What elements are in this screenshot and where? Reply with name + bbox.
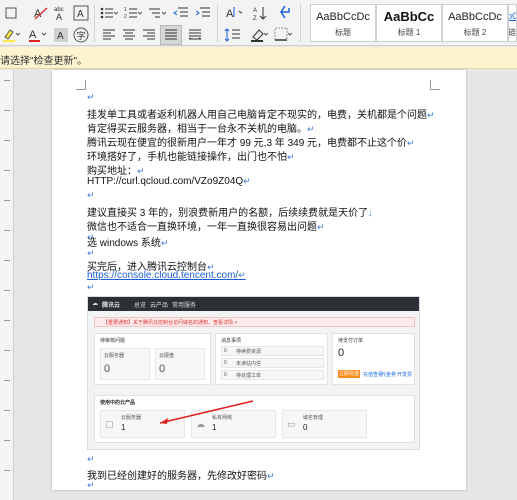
- paragraph[interactable]: 选 windows 系统↵: [87, 234, 168, 249]
- svg-text:字: 字: [77, 30, 86, 42]
- paragraph-mark: ↵: [87, 454, 95, 464]
- style-title-name: 标题: [335, 28, 351, 37]
- paragraph[interactable]: 购买地址：↵: [87, 162, 145, 177]
- bullets-icon[interactable]: [100, 4, 118, 22]
- svg-text:A: A: [56, 12, 62, 21]
- decrease-indent-icon[interactable]: [172, 4, 190, 22]
- char-shading-icon[interactable]: A: [52, 26, 70, 44]
- update-notification-text: 请选择"检查更新"。: [0, 56, 88, 67]
- paragraph-mark: ↵: [87, 92, 95, 102]
- svg-text:A: A: [77, 9, 84, 20]
- style-heading1-sample: AaBbCc: [383, 9, 435, 24]
- font-color-icon[interactable]: A: [28, 26, 46, 44]
- paragraph[interactable]: 我到已经创建好的服务器，先修改好密码↵: [87, 467, 275, 482]
- clear-format-icon[interactable]: A: [32, 4, 50, 22]
- style-heading2-card[interactable]: AaBbCcDc 标题 2: [442, 4, 508, 42]
- paragraph[interactable]: 建议直接买 3 年的，别浪费新用户的名额，后续续费就是天价了↓: [87, 204, 373, 219]
- style-hyperlink-card[interactable]: AaBbCcDc 超链接: [508, 4, 517, 42]
- style-title-card[interactable]: AaBbCcDc 标题: [310, 4, 376, 42]
- paragraph[interactable]: ↵: [87, 190, 95, 201]
- align-center-icon[interactable]: [120, 26, 138, 44]
- embedded-console-screenshot: ☁ 腾讯云 总览 云产品 常用服务 【重要通知】关于腾讯云控制台访问域名的通知，…: [87, 296, 420, 450]
- align-right-icon[interactable]: [140, 26, 158, 44]
- svg-text:Z: Z: [253, 16, 257, 21]
- paragraph[interactable]: 肯定得买云服务器，相当于一台永不关机的电脑。↵: [87, 120, 315, 135]
- paragraph[interactable]: 腾讯云现在便宜的很新用户一年才 99 元,3 年 349 元，电费都不止这个价↵: [87, 134, 415, 149]
- align-left-icon[interactable]: [100, 26, 118, 44]
- increase-indent-icon[interactable]: [194, 4, 212, 22]
- svg-text:A: A: [253, 8, 257, 14]
- font-color-swatch-icon[interactable]: [2, 4, 20, 22]
- style-hyperlink-name: 超链接: [508, 28, 516, 37]
- shading-icon[interactable]: [250, 26, 268, 44]
- margin-corner-mark: [76, 80, 86, 90]
- svg-text:1: 1: [124, 7, 127, 13]
- update-notification-bar: 请选择"检查更新"。: [0, 47, 517, 69]
- line-spacing-icon[interactable]: [224, 26, 242, 44]
- ribbon-toolbar: A abc A A 12 A AZ A A 字 AaBbCcDc 标题 AaBb…: [0, 0, 517, 46]
- sort-icon[interactable]: AZ: [252, 4, 270, 22]
- style-heading1-name: 标题 1: [397, 28, 421, 37]
- console-link[interactable]: https://console.cloud.tencent.com/↵: [87, 270, 246, 281]
- style-heading2-sample: AaBbCcDc: [448, 11, 502, 23]
- paragraph[interactable]: 微信也不适合一直换环境，一年一直换很容易出问题↵: [87, 218, 325, 233]
- enclose-char-icon[interactable]: 字: [72, 26, 90, 44]
- distributed-icon[interactable]: [186, 26, 204, 44]
- vertical-ruler: [0, 70, 14, 500]
- char-border-icon[interactable]: A: [72, 4, 90, 22]
- paragraph[interactable]: ↵: [87, 282, 95, 293]
- document-page[interactable]: ↵ 挂发单工具或者返利机器人用自己电脑肯定不现实的，电费，关机都是个问题↵ 肯定…: [52, 70, 466, 490]
- justify-icon[interactable]: [160, 25, 182, 45]
- paragraph-mark-icon[interactable]: [276, 4, 294, 22]
- paragraph[interactable]: 环境搭好了，手机也能链接操作，出门也不怕↵: [87, 148, 295, 163]
- margin-corner-mark: [430, 80, 440, 90]
- svg-text:A: A: [226, 8, 234, 20]
- text-direction-icon[interactable]: A: [224, 4, 242, 22]
- style-hyperlink-sample: AaBbCcDc: [509, 11, 516, 21]
- paragraph[interactable]: HTTP://curl.qcloud.com/VZo9Z04Q↵: [87, 176, 251, 187]
- svg-text:A: A: [29, 29, 37, 41]
- numbering-icon[interactable]: 12: [124, 4, 142, 22]
- style-title-sample: AaBbCcDc: [316, 11, 370, 23]
- multilevel-list-icon[interactable]: [148, 4, 166, 22]
- highlight-color-icon[interactable]: [2, 26, 20, 44]
- style-heading2-name: 标题 2: [463, 28, 487, 37]
- svg-text:2: 2: [124, 14, 127, 20]
- style-heading1-card[interactable]: AaBbCc 标题 1: [376, 4, 442, 42]
- red-arrow-annotation: [159, 400, 254, 424]
- paragraph[interactable]: 挂发单工具或者返利机器人用自己电脑肯定不现实的，电费，关机都是个问题↵: [87, 106, 435, 121]
- svg-text:A: A: [57, 31, 64, 42]
- borders-icon[interactable]: [274, 26, 292, 44]
- phonetic-guide-icon[interactable]: abc A: [52, 4, 70, 22]
- paragraph-mark: ↵: [87, 480, 95, 490]
